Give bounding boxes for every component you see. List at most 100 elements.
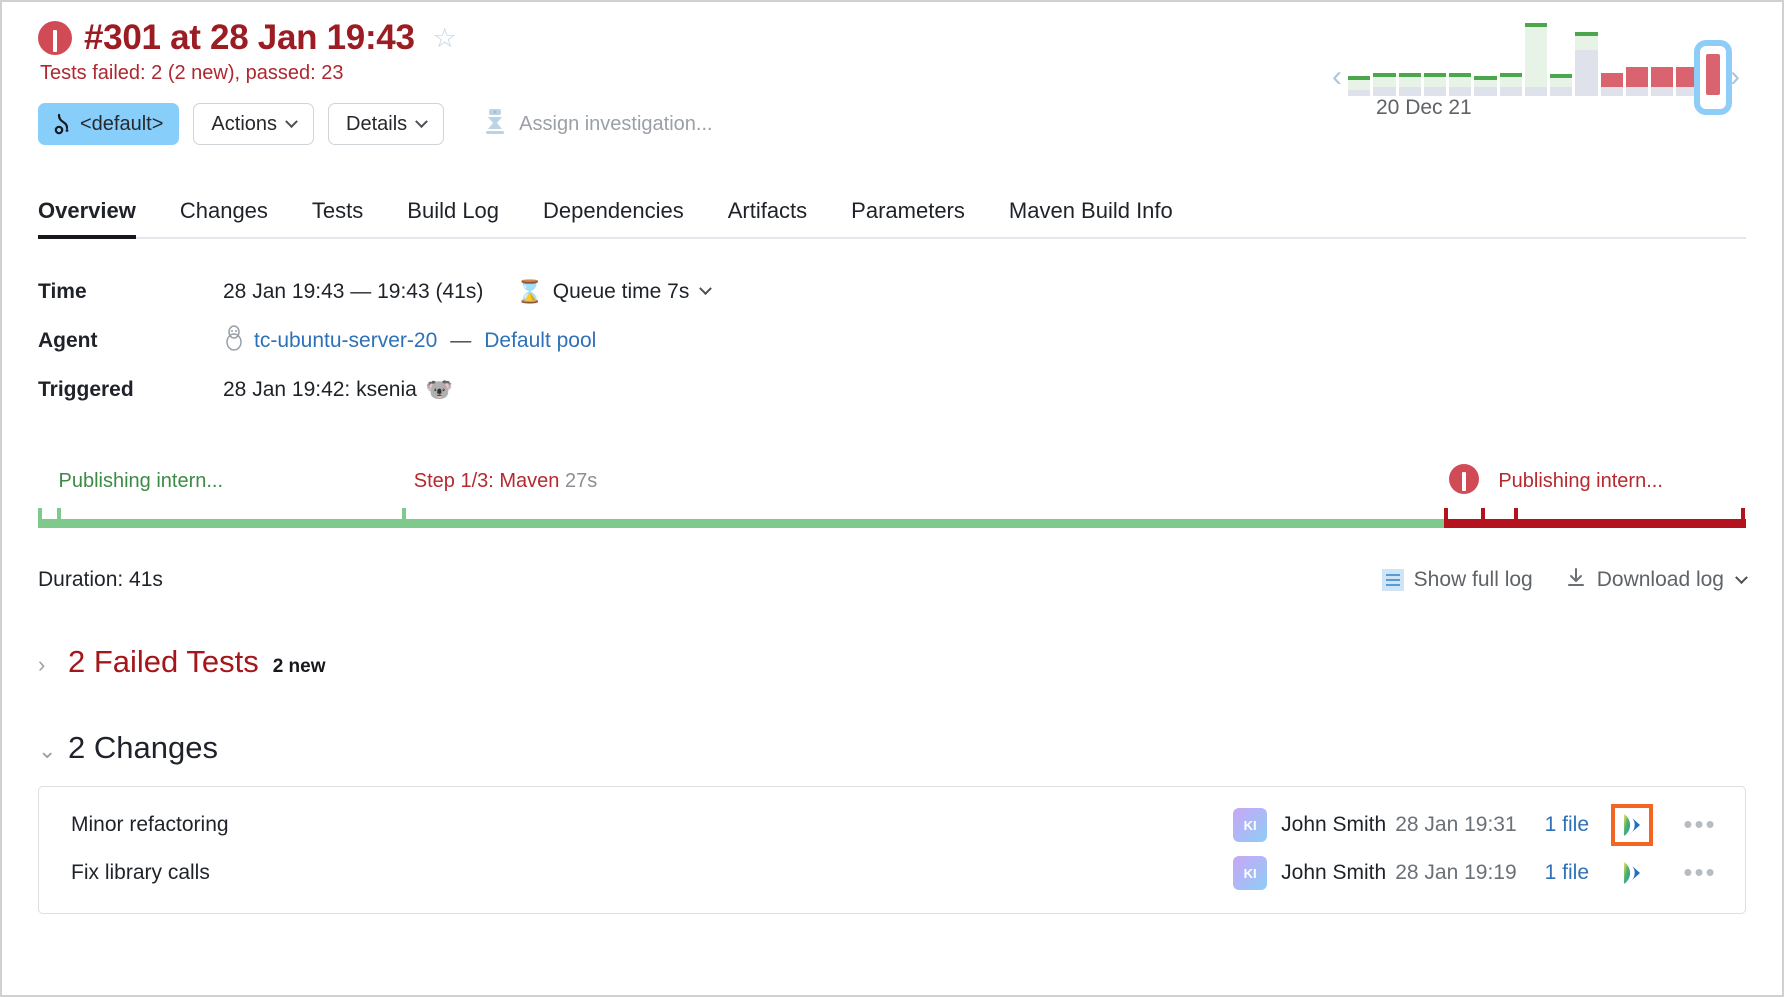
change-meta: KI John Smith 28 Jan 19:31 1 file ••• [1233, 804, 1719, 846]
timeline-error-icon [1448, 464, 1479, 494]
timeline-step-name: Publishing intern... [1498, 470, 1663, 492]
intellij-idea-icon[interactable] [1617, 858, 1647, 888]
build-history-chart: ‹ 20 Dec 21 › [1326, 4, 1746, 122]
chart-bar-10[interactable] [1575, 4, 1598, 96]
timeline-step-tick-2 [56, 508, 61, 528]
tab-maven-build-info[interactable]: Maven Build Info [1009, 198, 1173, 237]
chart-bar-baseline [1550, 87, 1573, 96]
download-log-label: Download log [1596, 568, 1724, 591]
tab-build-log[interactable]: Build Log [407, 198, 499, 237]
chart-bar-body [1524, 23, 1548, 87]
agent-name-link[interactable]: tc-ubuntu-server-20 [254, 329, 437, 353]
chart-bar-body [1625, 67, 1649, 87]
build-page: #301 at 28 Jan 19:43 ☆ Tests failed: 2 (… [0, 0, 1784, 997]
tab-parameters[interactable]: Parameters [851, 198, 965, 237]
chart-bar-body [1550, 74, 1573, 87]
timeline-step-name: Publishing intern... [58, 470, 224, 492]
download-log-button[interactable]: Download log [1565, 566, 1748, 594]
failed-tests-title: 2 Failed Tests [68, 644, 259, 679]
change-timestamp: 28 Jan 19:19 [1395, 861, 1517, 884]
timeline-labels: Publishing intern... Step 1/3: Maven 27s P… [38, 470, 1746, 500]
time-value-group: 28 Jan 19:43 — 19:43 (41s) ⌛ Queue time … [223, 279, 713, 305]
change-author: John Smith [1281, 813, 1387, 836]
change-row[interactable]: Fix library calls KI John Smith 28 Jan 19:1… [39, 849, 1745, 897]
chart-bar-1[interactable] [1348, 4, 1371, 96]
info-row-agent: Agent tc-ubuntu-server-20 — Default pool [38, 316, 1746, 365]
branch-selector-button[interactable]: <default> [38, 103, 180, 145]
chart-selected-build-highlight[interactable] [1693, 40, 1732, 115]
tab-dependencies[interactable]: Dependencies [543, 198, 684, 237]
tab-artifacts[interactable]: Artifacts [728, 198, 807, 237]
change-more-actions-button[interactable]: ••• [1681, 860, 1719, 885]
tab-overview[interactable]: Overview [38, 198, 136, 239]
failed-tests-section-header[interactable]: › 2 Failed Tests 2 new [38, 644, 1746, 680]
actions-button[interactable]: Actions [193, 103, 315, 145]
chevron-down-icon [285, 114, 298, 128]
chevron-down-icon [1735, 570, 1748, 584]
change-author: John Smith [1281, 861, 1387, 884]
timeline-step-label-1[interactable]: Publishing intern... [58, 470, 223, 493]
chart-bar-body [1600, 73, 1623, 87]
timeline-step-label-3[interactable]: Publishing intern... [1498, 470, 1663, 493]
show-full-log-label: Show full log [1413, 568, 1533, 591]
page-title: #301 at 28 Jan 19:43 [84, 18, 415, 57]
chart-bar-13[interactable] [1651, 4, 1674, 96]
log-lines-icon [1381, 569, 1404, 591]
chart-bar-6[interactable] [1474, 4, 1497, 96]
chart-bar-baseline [1348, 90, 1371, 96]
build-timeline: Publishing intern... Step 1/3: Maven 27s P… [38, 464, 1746, 540]
duration-label: Duration: 41s [38, 568, 163, 591]
chart-bar-baseline [1651, 87, 1674, 96]
build-header: #301 at 28 Jan 19:43 ☆ Tests failed: 2 (… [38, 2, 1746, 145]
build-info-table: Time 28 Jan 19:43 — 19:43 (41s) ⌛ Queue … [38, 267, 1746, 414]
chart-bars-area: 20 Dec 21 [1348, 4, 1732, 122]
info-row-triggered: Triggered 28 Jan 19:42: ksenia 🐨 [38, 365, 1746, 414]
chart-bar-2[interactable] [1373, 4, 1396, 96]
assign-investigation-label: Assign investigation... [519, 112, 713, 135]
change-timestamp: 28 Jan 19:31 [1395, 813, 1517, 836]
timeline-failure-segment [1443, 519, 1746, 528]
chart-bar-8[interactable] [1524, 4, 1548, 96]
timeline-step-tick-3 [401, 508, 406, 528]
intellij-idea-icon[interactable] [1611, 804, 1653, 846]
chart-bar-9[interactable] [1550, 4, 1573, 96]
chart-bar-7[interactable] [1499, 4, 1522, 96]
build-tabs: Overview Changes Tests Build Log Dependencie… [38, 193, 1746, 239]
changes-table: Minor refactoring KI John Smith 28 Jan 19:3… [38, 786, 1746, 914]
changes-section-header[interactable]: ⌄ 2 Changes [38, 730, 1746, 766]
timeline-step-label-2[interactable]: Step 1/3: Maven 27s [414, 470, 597, 493]
tab-changes[interactable]: Changes [180, 198, 268, 237]
change-files-link[interactable]: 1 file [1545, 861, 1589, 885]
queue-time-button[interactable]: ⌛ Queue time 7s [516, 279, 713, 305]
show-full-log-button[interactable]: Show full log [1381, 568, 1533, 592]
timeline-step-tick-4 [1443, 508, 1448, 528]
chart-bar-5[interactable] [1449, 4, 1472, 96]
change-description: Fix library calls [71, 861, 210, 884]
branch-label: <default> [80, 112, 164, 135]
details-button[interactable]: Details [328, 103, 445, 145]
chart-bar-baseline [1423, 87, 1447, 96]
chart-bar-body [1474, 76, 1497, 87]
chart-bar-12[interactable] [1625, 4, 1649, 96]
change-files-link[interactable]: 1 file [1545, 813, 1589, 837]
chart-bar-11[interactable] [1600, 4, 1623, 96]
avatar[interactable]: KI [1233, 856, 1268, 890]
chart-bar-baseline [1600, 87, 1623, 96]
agent-pool-link[interactable]: Default pool [484, 329, 596, 353]
timeline-step-duration: 27s [559, 470, 598, 492]
change-meta: KI John Smith 28 Jan 19:19 1 file ••• [1233, 856, 1719, 890]
chart-bar-body [1575, 32, 1598, 50]
star-icon[interactable]: ☆ [433, 24, 457, 52]
chart-bar-4[interactable] [1423, 4, 1447, 96]
avatar[interactable]: KI [1233, 808, 1268, 842]
tab-tests[interactable]: Tests [312, 198, 363, 237]
timeline-step-tick-5 [1481, 508, 1486, 528]
assign-investigation-button[interactable]: Assign investigation... [482, 107, 713, 141]
chart-bar-baseline [1575, 50, 1598, 96]
change-more-actions-button[interactable]: ••• [1681, 812, 1719, 837]
timeline-bar[interactable] [38, 464, 1746, 528]
time-label: Time [38, 279, 87, 303]
change-row[interactable]: Minor refactoring KI John Smith 28 Jan 19:3… [39, 801, 1745, 849]
chart-prev-arrow[interactable]: ‹ [1326, 62, 1348, 92]
chart-bar-3[interactable] [1398, 4, 1421, 96]
